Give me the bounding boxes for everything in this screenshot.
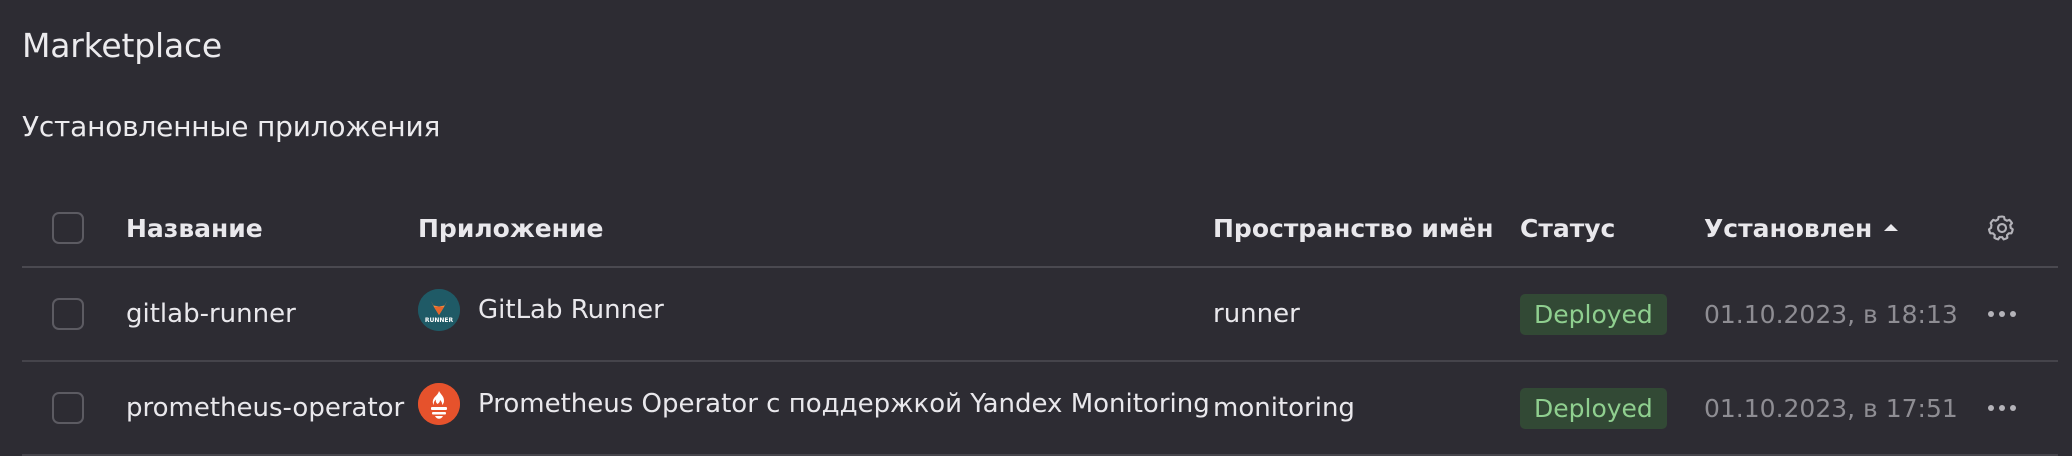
header-settings-cell	[1982, 190, 2022, 266]
prometheus-icon	[418, 383, 460, 425]
row-status-cell: Deployed	[1520, 268, 1667, 360]
svg-text:RUNNER: RUNNER	[425, 317, 454, 324]
more-horizontal-icon	[1988, 311, 2016, 317]
row-namespace: monitoring	[1213, 393, 1355, 423]
row-checkbox-cell	[52, 268, 84, 360]
column-header-installed[interactable]: Установлен	[1704, 190, 1899, 266]
table-header-row: Название Приложение Пространство имён Ст…	[22, 190, 2058, 268]
column-header-namespace[interactable]: Пространство имён	[1213, 190, 1494, 266]
row-app[interactable]: RUNNER GitLab Runner	[418, 268, 664, 360]
more-horizontal-icon	[1988, 405, 2016, 411]
column-header-status[interactable]: Статус	[1520, 190, 1615, 266]
row-installed-date: 01.10.2023, в 17:51	[1704, 393, 1958, 423]
row-actions-button[interactable]	[1982, 388, 2022, 428]
row-namespace: runner	[1213, 299, 1300, 329]
row-app[interactable]: Prometheus Operator с поддержкой Yandex …	[418, 362, 1210, 454]
status-badge: Deployed	[1520, 293, 1667, 335]
marketplace-page: Marketplace Установленные приложения Наз…	[0, 0, 2072, 456]
page-title: Marketplace	[22, 26, 223, 65]
table-row[interactable]: prometheus-operator Prometheus Operator …	[22, 362, 2058, 456]
row-installed-date: 01.10.2023, в 18:13	[1704, 299, 1958, 329]
gitlab-runner-icon: RUNNER	[418, 289, 460, 331]
row-actions-button[interactable]	[1982, 294, 2022, 334]
column-header-name[interactable]: Название	[126, 190, 263, 266]
header-checkbox-cell	[52, 190, 84, 266]
gear-icon	[1987, 215, 2014, 241]
row-actions-cell	[1982, 362, 2022, 454]
row-checkbox[interactable]	[52, 298, 84, 330]
row-checkbox-cell	[52, 362, 84, 454]
table-settings-button[interactable]	[1982, 208, 2022, 248]
row-status-cell: Deployed	[1520, 362, 1667, 454]
row-checkbox[interactable]	[52, 392, 84, 424]
select-all-checkbox[interactable]	[52, 212, 84, 244]
installed-apps-table: Название Приложение Пространство имён Ст…	[22, 190, 2058, 456]
column-header-installed-label: Установлен	[1704, 213, 1873, 243]
row-actions-cell	[1982, 268, 2022, 360]
table-row[interactable]: gitlab-runner RUNNER GitLab Runner runne…	[22, 268, 2058, 362]
sort-ascending-icon	[1884, 223, 1899, 231]
app-name: Prometheus Operator с поддержкой Yandex …	[478, 389, 1210, 419]
row-name[interactable]: prometheus-operator	[126, 362, 404, 454]
column-header-app[interactable]: Приложение	[418, 190, 603, 266]
app-name: GitLab Runner	[478, 295, 664, 325]
section-title: Установленные приложения	[22, 110, 441, 143]
status-badge: Deployed	[1520, 387, 1667, 429]
row-name[interactable]: gitlab-runner	[126, 268, 296, 360]
